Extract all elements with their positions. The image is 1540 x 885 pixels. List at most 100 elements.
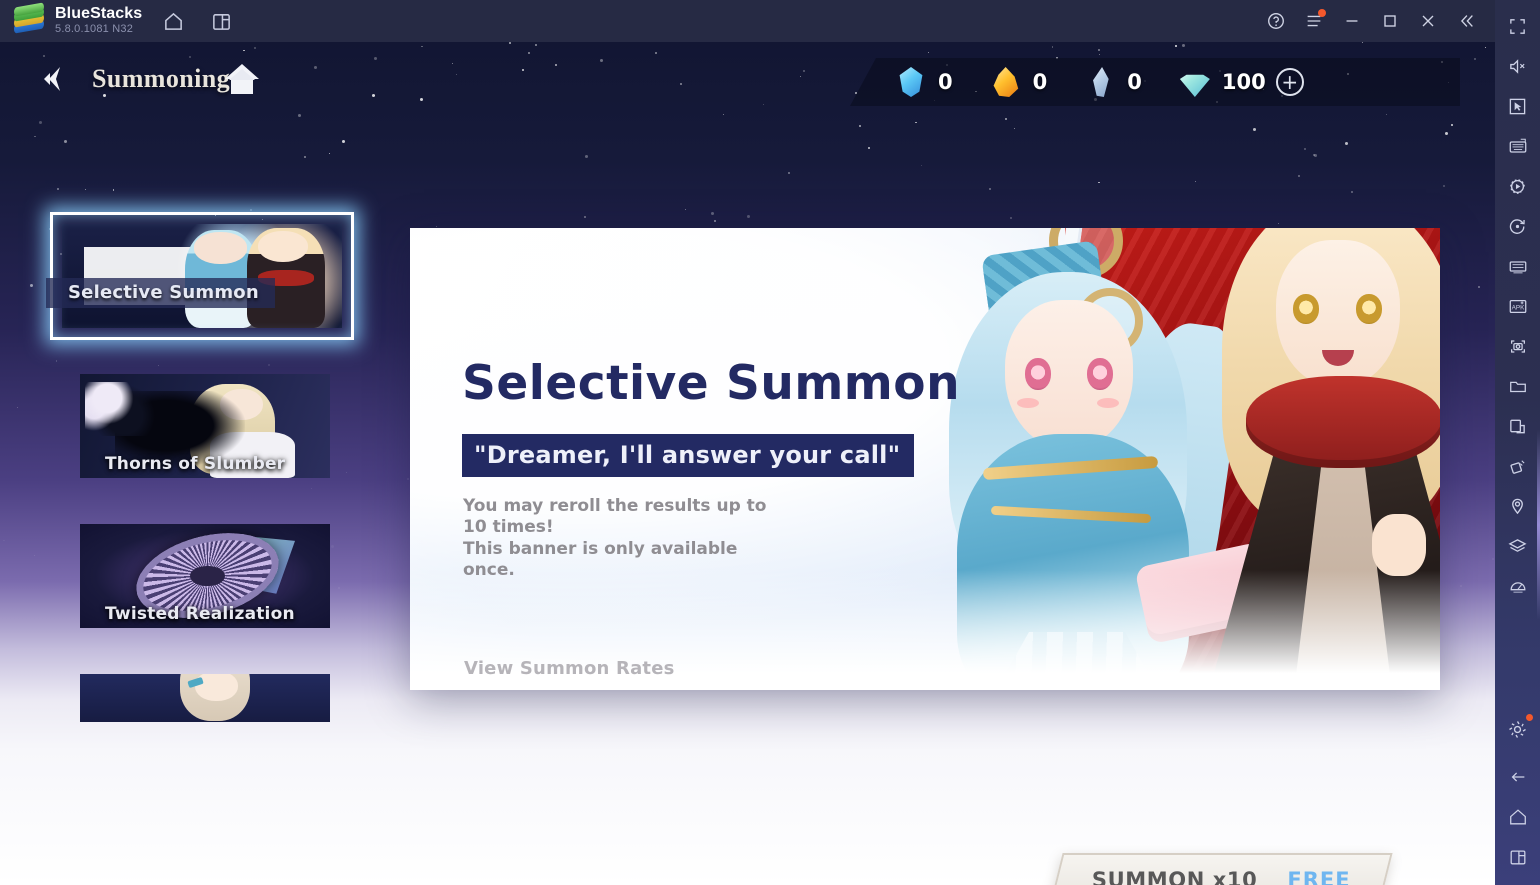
app-root: Selective Summon "Dreamer, I'll answer y… xyxy=(0,0,1540,885)
rotate-icon xyxy=(1508,217,1527,236)
bluestacks-logo-icon xyxy=(14,7,44,35)
banner-list-item-label: Twisted Realization xyxy=(105,604,305,624)
sidebar-home-button[interactable] xyxy=(1498,797,1538,837)
help-button[interactable] xyxy=(1257,2,1295,40)
copy-to-pc-icon xyxy=(1508,417,1527,436)
currency-value: 0 xyxy=(1127,70,1142,94)
sidebar-eco-mode-button[interactable] xyxy=(1498,526,1538,566)
currency-value: 0 xyxy=(938,70,953,94)
currency-blue-crystal[interactable]: 0 xyxy=(896,67,953,97)
currency-gold-flame[interactable]: 0 xyxy=(991,67,1048,97)
sidebar-copy-to-pc-button[interactable] xyxy=(1498,406,1538,446)
banner-list-item-next[interactable] xyxy=(80,674,330,722)
sidebar-settings-button[interactable] xyxy=(1498,709,1538,749)
cursor-icon xyxy=(1508,97,1527,116)
back-icon xyxy=(1508,767,1528,787)
home-icon xyxy=(1508,807,1528,827)
banner-list-item-thorns-of-slumber[interactable]: Thorns of Slumber xyxy=(80,374,330,478)
silver-shard-icon xyxy=(1085,67,1115,97)
home-icon xyxy=(163,11,184,32)
help-icon xyxy=(1266,11,1286,31)
media-folder-icon xyxy=(1508,377,1528,396)
app-version: 5.8.0.1081 N32 xyxy=(55,24,142,36)
notification-dot xyxy=(1526,714,1533,721)
home-button[interactable] xyxy=(224,62,260,96)
bluestacks-titlebar: BlueStacks 5.8.0.1081 N32 xyxy=(0,0,1495,42)
share-icon xyxy=(1508,457,1527,476)
banner-list-item-selective-summon[interactable]: Selective Summon xyxy=(62,224,342,328)
close-button[interactable] xyxy=(1409,2,1447,40)
maximize-button[interactable] xyxy=(1371,2,1409,40)
collapse-sidebar-icon xyxy=(1456,11,1476,31)
main-banner-panel[interactable]: Selective Summon "Dreamer, I'll answer y… xyxy=(410,228,1440,690)
bluestacks-sidebar: APK xyxy=(1495,0,1540,885)
game-viewport: Selective Summon "Dreamer, I'll answer y… xyxy=(0,42,1495,885)
sidebar-game-controls-button[interactable] xyxy=(1498,86,1538,126)
currency-bar: 0 0 0 100 + xyxy=(850,58,1460,106)
banner-quote: "Dreamer, I'll answer your call" xyxy=(462,434,914,477)
banner-selector-list: Selective Summon Thorns of Slumber Twist… xyxy=(62,224,362,768)
sidebar-performance-button[interactable] xyxy=(1498,566,1538,606)
fullscreen-icon xyxy=(1508,17,1527,36)
banner-description: You may reroll the results up to 10 time… xyxy=(463,496,773,581)
maximize-icon xyxy=(1380,11,1400,31)
back-button[interactable] xyxy=(36,60,74,98)
sidebar-keymapping-button[interactable] xyxy=(1498,126,1538,166)
titlebar-home-button[interactable] xyxy=(156,4,190,38)
diamond-icon xyxy=(1180,67,1210,97)
currency-silver-shard[interactable]: 0 xyxy=(1085,67,1142,97)
notification-dot xyxy=(1318,9,1326,17)
sidebar-back-button[interactable] xyxy=(1498,757,1538,797)
multi-instance-sync-icon xyxy=(1508,257,1528,276)
currency-value: 0 xyxy=(1033,70,1048,94)
view-summon-rates-link[interactable]: View Summon Rates xyxy=(464,658,675,679)
sidebar-share-button[interactable] xyxy=(1498,446,1538,486)
svg-text:APK: APK xyxy=(1511,304,1524,311)
sidebar-media-manager-button[interactable] xyxy=(1498,366,1538,406)
currency-diamond[interactable]: 100 + xyxy=(1180,67,1304,97)
game-header: Summoning 0 0 0 100 + xyxy=(0,42,1495,98)
macro-play-icon xyxy=(1508,177,1527,196)
minimize-icon xyxy=(1342,11,1362,31)
window-controls xyxy=(1257,2,1495,40)
currency-value: 100 xyxy=(1222,70,1266,94)
sidebar-mute-button[interactable] xyxy=(1498,46,1538,86)
recents-icon xyxy=(1508,847,1528,867)
summon-button-label: SUMMON x10 xyxy=(1092,868,1257,885)
location-icon xyxy=(1508,497,1527,516)
add-diamond-button[interactable]: + xyxy=(1276,68,1304,96)
sidebar-recents-button[interactable] xyxy=(1498,837,1538,877)
app-name: BlueStacks xyxy=(55,6,142,23)
blue-crystal-icon xyxy=(896,67,926,97)
multi-instance-icon xyxy=(211,11,232,32)
banner-thumbnail xyxy=(80,674,330,722)
gold-flame-crystal-icon xyxy=(991,67,1021,97)
menu-button[interactable] xyxy=(1295,2,1333,40)
keymapping-icon xyxy=(1508,137,1528,156)
sidebar-fullscreen-button[interactable] xyxy=(1498,6,1538,46)
sidebar-macro-button[interactable] xyxy=(1498,166,1538,206)
screenshot-icon xyxy=(1508,337,1528,356)
close-icon xyxy=(1418,11,1438,31)
banner-list-item-label: Selective Summon xyxy=(46,278,275,308)
bluestacks-logo-group: BlueStacks 5.8.0.1081 N32 xyxy=(14,6,142,35)
mute-icon xyxy=(1508,57,1527,76)
collapse-sidebar-button[interactable] xyxy=(1447,2,1485,40)
sidebar-install-apk-button[interactable]: APK xyxy=(1498,286,1538,326)
summon-x10-button[interactable]: SUMMON x10 FREE xyxy=(1049,853,1392,885)
banner-title: Selective Summon xyxy=(462,356,960,411)
page-title: Summoning xyxy=(92,64,230,94)
layers-icon xyxy=(1508,537,1527,556)
sidebar-sync-operations-button[interactable] xyxy=(1498,246,1538,286)
sidebar-rotate-button[interactable] xyxy=(1498,206,1538,246)
install-apk-icon: APK xyxy=(1508,297,1528,316)
minimize-button[interactable] xyxy=(1333,2,1371,40)
summon-button-cost: FREE xyxy=(1287,868,1350,885)
sidebar-location-button[interactable] xyxy=(1498,486,1538,526)
titlebar-multi-instance-button[interactable] xyxy=(204,4,238,38)
banner-list-item-twisted-realization[interactable]: Twisted Realization xyxy=(80,524,330,628)
settings-icon xyxy=(1507,719,1528,740)
performance-icon xyxy=(1508,577,1528,596)
banner-list-item-label: Thorns of Slumber xyxy=(105,454,305,474)
sidebar-screenshot-button[interactable] xyxy=(1498,326,1538,366)
